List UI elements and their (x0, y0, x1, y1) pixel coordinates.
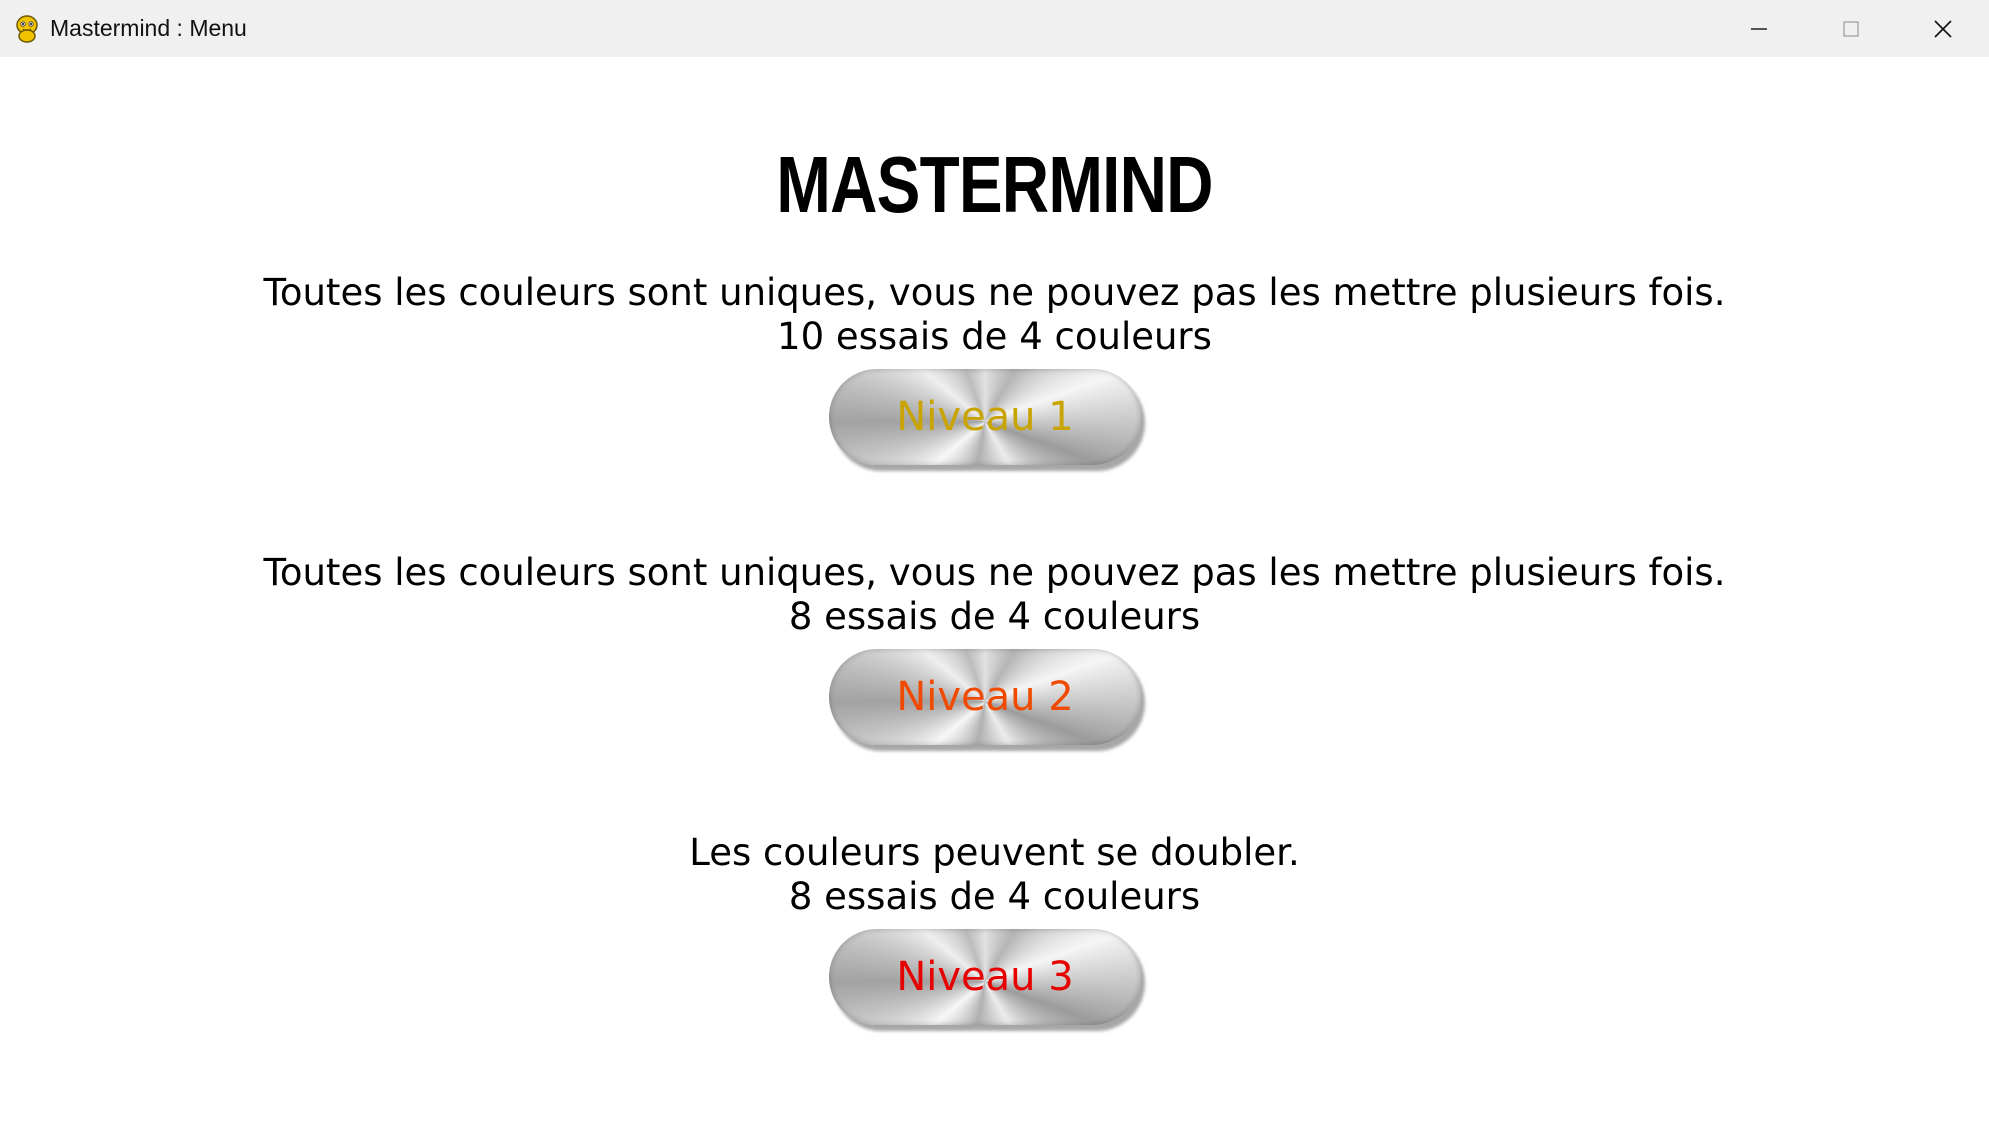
window-titlebar[interactable]: Mastermind : Menu (0, 0, 1989, 57)
level-3-section: Les couleurs peuvent se doubler. 8 essai… (0, 831, 1989, 919)
close-icon (1934, 19, 1952, 38)
level-3-button[interactable]: Niveau 3 (829, 929, 1141, 1025)
level-1-button[interactable]: Niveau 1 (829, 369, 1141, 465)
maximize-icon (1843, 20, 1859, 37)
level-1-section: Toutes les couleurs sont uniques, vous n… (0, 271, 1989, 359)
menu-screen: MASTERMIND Toutes les couleurs sont uniq… (0, 57, 1989, 1126)
level-2-rule: Toutes les couleurs sont uniques, vous n… (263, 551, 1726, 594)
level-1-attempts: 10 essais de 4 couleurs (777, 315, 1212, 358)
maximize-button[interactable] (1805, 0, 1897, 57)
window-controls (1713, 0, 1989, 57)
game-title: MASTERMIND (776, 140, 1213, 229)
level-3-rule: Les couleurs peuvent se doubler. (689, 831, 1300, 874)
level-2-attempts: 8 essais de 4 couleurs (788, 595, 1201, 638)
minimize-button[interactable] (1713, 0, 1805, 57)
minimize-icon (1751, 27, 1767, 30)
level-2-section: Toutes les couleurs sont uniques, vous n… (0, 551, 1989, 639)
python-snake-icon (12, 14, 42, 44)
window-title: Mastermind : Menu (50, 15, 247, 41)
level-3-attempts: 8 essais de 4 couleurs (788, 875, 1201, 918)
close-button[interactable] (1897, 0, 1989, 57)
level-1-rule: Toutes les couleurs sont uniques, vous n… (263, 271, 1726, 314)
level-2-button[interactable]: Niveau 2 (829, 649, 1141, 745)
